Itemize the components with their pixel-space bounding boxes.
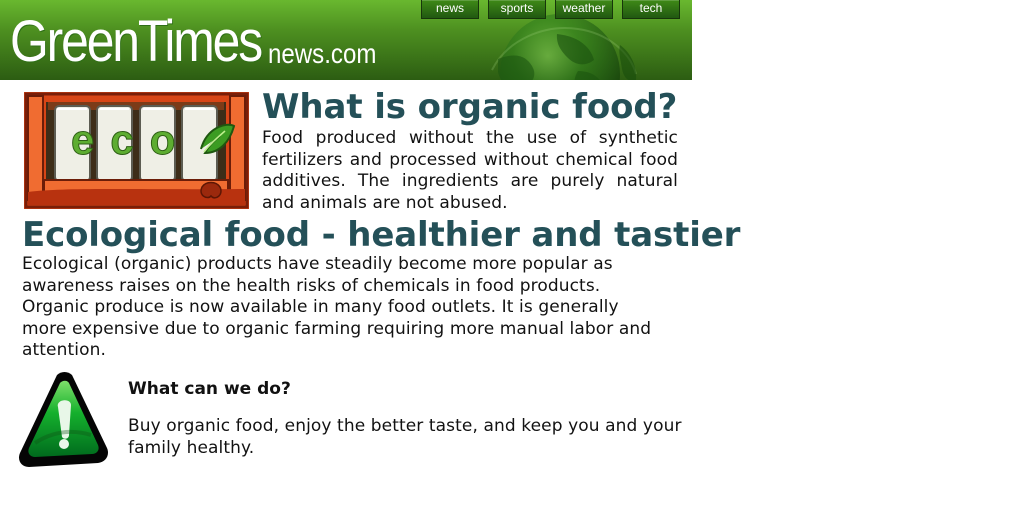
organic-food-text: Food produced without the use of synthet… [262, 128, 678, 213]
brand-name: GreenTimes [10, 9, 263, 74]
site-logo[interactable]: GreenTimes news.com [10, 1, 394, 71]
organic-food-heading: What is organic food? [262, 87, 678, 127]
nav-tab-weather[interactable]: weather [555, 0, 613, 19]
action-heading: What can we do? [128, 379, 291, 399]
action-section: What can we do? Buy organic food, enjoy … [128, 378, 688, 459]
top-navigation: news sports weather tech [421, 0, 680, 19]
eco-image-text: eco [71, 116, 191, 163]
brand-domain: news.com [267, 38, 377, 69]
ecological-food-text: Ecological (organic) products have stead… [22, 254, 652, 361]
page: GreenTimes news.com news sports weather … [0, 0, 1024, 512]
action-text: Buy organic food, enjoy the better taste… [128, 416, 682, 458]
organic-food-section: What is organic food? Food produced with… [262, 88, 678, 214]
eco-image: eco [24, 92, 249, 209]
warning-icon [19, 372, 108, 467]
globe-icon [491, 14, 637, 80]
nav-tab-sports[interactable]: sports [488, 0, 546, 19]
site-header: GreenTimes news.com news sports weather … [0, 0, 692, 80]
ecological-food-heading: Ecological food - healthier and tastier [22, 215, 741, 255]
nav-tab-tech[interactable]: tech [622, 0, 680, 19]
nav-tab-news[interactable]: news [421, 0, 479, 19]
